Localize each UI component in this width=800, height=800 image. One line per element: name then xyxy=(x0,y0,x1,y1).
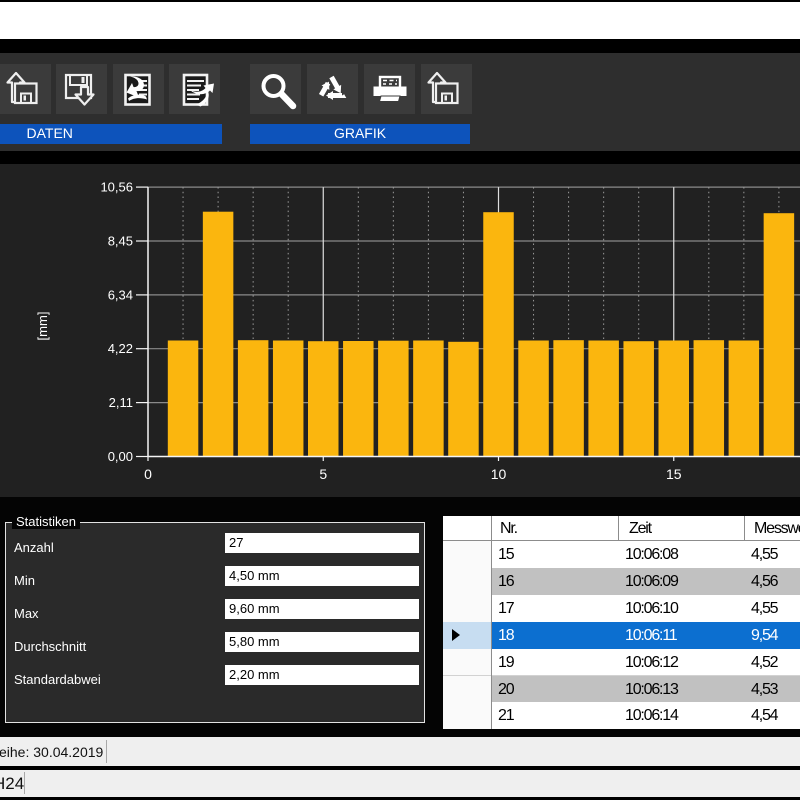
svg-text:4,22: 4,22 xyxy=(108,341,133,356)
svg-text:0: 0 xyxy=(144,466,152,482)
svg-text:5: 5 xyxy=(319,466,327,482)
svg-text:2,11: 2,11 xyxy=(109,395,133,410)
svg-text:[mm]: [mm] xyxy=(35,312,50,341)
svg-text:8,45: 8,45 xyxy=(108,234,133,249)
svg-text:0,00: 0,00 xyxy=(108,449,133,464)
svg-text:15: 15 xyxy=(666,466,682,482)
svg-text:6,34: 6,34 xyxy=(108,287,133,302)
svg-text:10,56: 10,56 xyxy=(100,180,133,195)
svg-text:10: 10 xyxy=(491,466,507,482)
